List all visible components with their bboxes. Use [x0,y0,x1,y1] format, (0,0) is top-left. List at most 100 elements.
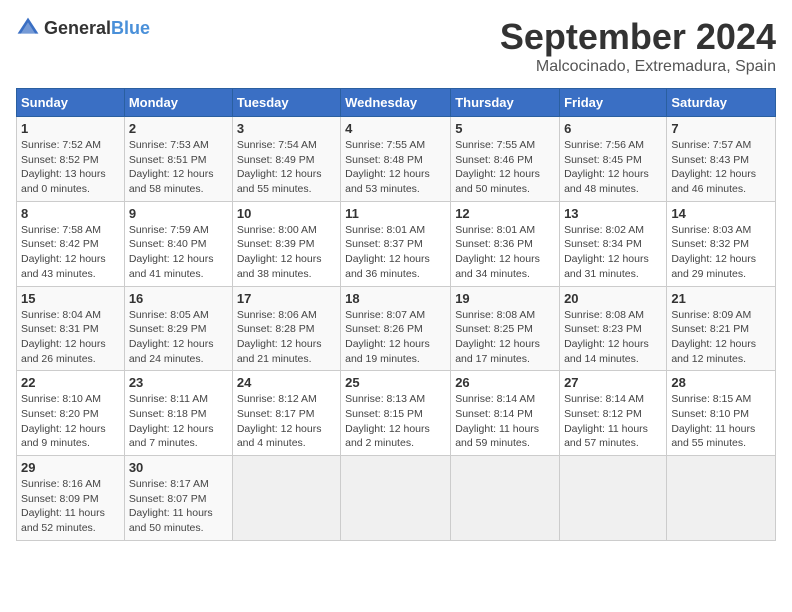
day-number: 16 [129,291,228,306]
day-number: 18 [345,291,446,306]
calendar-cell: 20 Sunrise: 8:08 AM Sunset: 8:23 PM Dayli… [560,286,667,371]
day-number: 14 [671,206,771,221]
calendar-cell: 27 Sunrise: 8:14 AM Sunset: 8:12 PM Dayli… [560,371,667,456]
day-info: Sunrise: 8:01 AM Sunset: 8:36 PM Dayligh… [455,223,555,282]
day-info: Sunrise: 8:08 AM Sunset: 8:23 PM Dayligh… [564,308,662,367]
day-number: 7 [671,121,771,136]
calendar-cell: 18 Sunrise: 8:07 AM Sunset: 8:26 PM Dayli… [341,286,451,371]
calendar-cell [341,456,451,541]
day-number: 20 [564,291,662,306]
day-info: Sunrise: 8:17 AM Sunset: 8:07 PM Dayligh… [129,477,228,536]
day-info: Sunrise: 7:59 AM Sunset: 8:40 PM Dayligh… [129,223,228,282]
main-title: September 2024 [500,16,776,58]
day-number: 11 [345,206,446,221]
day-number: 23 [129,375,228,390]
logo-text-blue: Blue [111,18,150,38]
calendar-cell: 6 Sunrise: 7:56 AM Sunset: 8:45 PM Daylig… [560,117,667,202]
calendar-cell: 26 Sunrise: 8:14 AM Sunset: 8:14 PM Dayli… [451,371,560,456]
calendar-cell [451,456,560,541]
logo-text-general: General [44,18,111,38]
calendar-cell: 22 Sunrise: 8:10 AM Sunset: 8:20 PM Dayli… [17,371,125,456]
calendar-cell: 4 Sunrise: 7:55 AM Sunset: 8:48 PM Daylig… [341,117,451,202]
header-friday: Friday [560,89,667,117]
day-info: Sunrise: 8:03 AM Sunset: 8:32 PM Dayligh… [671,223,771,282]
day-info: Sunrise: 7:55 AM Sunset: 8:46 PM Dayligh… [455,138,555,197]
calendar-cell: 8Sunrise: 7:58 AM Sunset: 8:42 PM Daylig… [17,201,125,286]
header-thursday: Thursday [451,89,560,117]
day-number: 22 [21,375,120,390]
title-area: September 2024 Malcocinado, Extremadura,… [500,16,776,76]
calendar-cell: 17 Sunrise: 8:06 AM Sunset: 8:28 PM Dayli… [232,286,340,371]
day-number: 5 [455,121,555,136]
day-number: 30 [129,460,228,475]
calendar-cell: 7 Sunrise: 7:57 AM Sunset: 8:43 PM Daylig… [667,117,776,202]
day-info: Sunrise: 7:52 AM Sunset: 8:52 PM Dayligh… [21,138,120,197]
day-number: 25 [345,375,446,390]
header-saturday: Saturday [667,89,776,117]
day-info: Sunrise: 7:56 AM Sunset: 8:45 PM Dayligh… [564,138,662,197]
calendar-header-row: SundayMondayTuesdayWednesdayThursdayFrid… [17,89,776,117]
day-number: 3 [237,121,336,136]
day-number: 29 [21,460,120,475]
day-number: 8 [21,206,120,221]
calendar-cell: 16Sunrise: 8:05 AM Sunset: 8:29 PM Dayli… [124,286,232,371]
week-row-2: 8Sunrise: 7:58 AM Sunset: 8:42 PM Daylig… [17,201,776,286]
logo: GeneralBlue [16,16,150,40]
day-number: 15 [21,291,120,306]
calendar-cell: 21 Sunrise: 8:09 AM Sunset: 8:21 PM Dayli… [667,286,776,371]
day-info: Sunrise: 8:07 AM Sunset: 8:26 PM Dayligh… [345,308,446,367]
week-row-3: 15Sunrise: 8:04 AM Sunset: 8:31 PM Dayli… [17,286,776,371]
day-number: 12 [455,206,555,221]
header: GeneralBlue September 2024 Malcocinado, … [16,16,776,76]
header-sunday: Sunday [17,89,125,117]
day-number: 21 [671,291,771,306]
calendar-cell: 25Sunrise: 8:13 AM Sunset: 8:15 PM Dayli… [341,371,451,456]
calendar-cell [667,456,776,541]
day-number: 27 [564,375,662,390]
calendar-cell: 5 Sunrise: 7:55 AM Sunset: 8:46 PM Daylig… [451,117,560,202]
calendar-cell: 9 Sunrise: 7:59 AM Sunset: 8:40 PM Daylig… [124,201,232,286]
calendar-cell [560,456,667,541]
calendar-cell: 23Sunrise: 8:11 AM Sunset: 8:18 PM Dayli… [124,371,232,456]
calendar-cell: 19Sunrise: 8:08 AM Sunset: 8:25 PM Dayli… [451,286,560,371]
week-row-5: 29 Sunrise: 8:16 AM Sunset: 8:09 PM Dayli… [17,456,776,541]
day-info: Sunrise: 8:00 AM Sunset: 8:39 PM Dayligh… [237,223,336,282]
day-number: 1 [21,121,120,136]
day-number: 19 [455,291,555,306]
day-number: 28 [671,375,771,390]
day-number: 26 [455,375,555,390]
header-wednesday: Wednesday [341,89,451,117]
week-row-4: 22 Sunrise: 8:10 AM Sunset: 8:20 PM Dayli… [17,371,776,456]
calendar-cell: 13 Sunrise: 8:02 AM Sunset: 8:34 PM Dayli… [560,201,667,286]
week-row-1: 1 Sunrise: 7:52 AM Sunset: 8:52 PM Daylig… [17,117,776,202]
day-info: Sunrise: 8:14 AM Sunset: 8:14 PM Dayligh… [455,392,555,451]
calendar-cell: 14 Sunrise: 8:03 AM Sunset: 8:32 PM Dayli… [667,201,776,286]
calendar-cell: 3 Sunrise: 7:54 AM Sunset: 8:49 PM Daylig… [232,117,340,202]
day-info: Sunrise: 8:02 AM Sunset: 8:34 PM Dayligh… [564,223,662,282]
day-number: 24 [237,375,336,390]
day-number: 6 [564,121,662,136]
calendar-cell: 30 Sunrise: 8:17 AM Sunset: 8:07 PM Dayli… [124,456,232,541]
calendar-cell: 10 Sunrise: 8:00 AM Sunset: 8:39 PM Dayli… [232,201,340,286]
day-info: Sunrise: 8:09 AM Sunset: 8:21 PM Dayligh… [671,308,771,367]
day-number: 10 [237,206,336,221]
day-number: 17 [237,291,336,306]
logo-icon [16,16,40,40]
calendar-cell: 24 Sunrise: 8:12 AM Sunset: 8:17 PM Dayli… [232,371,340,456]
day-number: 9 [129,206,228,221]
day-info: Sunrise: 8:14 AM Sunset: 8:12 PM Dayligh… [564,392,662,451]
day-info: Sunrise: 7:57 AM Sunset: 8:43 PM Dayligh… [671,138,771,197]
day-info: Sunrise: 8:01 AM Sunset: 8:37 PM Dayligh… [345,223,446,282]
day-info: Sunrise: 8:10 AM Sunset: 8:20 PM Dayligh… [21,392,120,451]
day-info: Sunrise: 8:12 AM Sunset: 8:17 PM Dayligh… [237,392,336,451]
day-number: 4 [345,121,446,136]
subtitle: Malcocinado, Extremadura, Spain [500,58,776,76]
day-info: Sunrise: 8:16 AM Sunset: 8:09 PM Dayligh… [21,477,120,536]
day-number: 13 [564,206,662,221]
day-info: Sunrise: 7:55 AM Sunset: 8:48 PM Dayligh… [345,138,446,197]
calendar-cell [232,456,340,541]
header-tuesday: Tuesday [232,89,340,117]
calendar-cell: 29 Sunrise: 8:16 AM Sunset: 8:09 PM Dayli… [17,456,125,541]
day-info: Sunrise: 8:06 AM Sunset: 8:28 PM Dayligh… [237,308,336,367]
day-info: Sunrise: 7:54 AM Sunset: 8:49 PM Dayligh… [237,138,336,197]
